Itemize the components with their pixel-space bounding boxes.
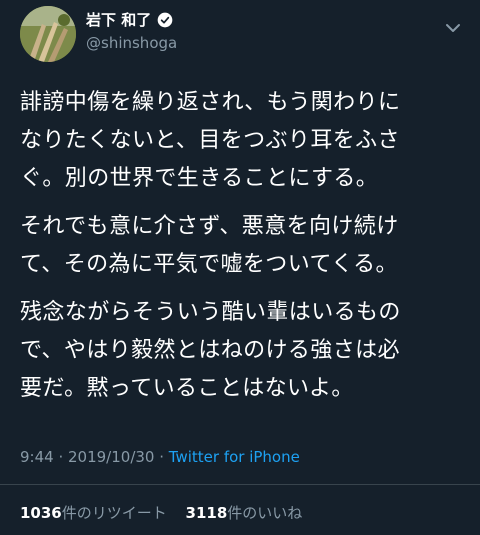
tweet-paragraph: 残念ながらそういう酷い輩はいるもの で、やはり毅然とはねのける強さは必 要だ。黙… <box>20 300 401 401</box>
user-handle[interactable]: @shinshoga <box>86 32 177 54</box>
tweet-paragraph: 誹謗中傷を繰り返され、もう関わりに なりたくないと、目をつぶり耳をふさ ぐ。別の… <box>20 90 401 191</box>
retweets-count: 1036 <box>20 504 62 522</box>
tweet-meta: 9:44 · 2019/10/30 · Twitter for iPhone <box>20 447 300 467</box>
tweet-date[interactable]: 2019/10/30 <box>68 448 154 466</box>
avatar[interactable] <box>20 6 76 62</box>
display-name-row[interactable]: 岩下 和了 <box>86 10 177 30</box>
meta-separator: · <box>53 448 68 466</box>
user-names: 岩下 和了 @shinshoga <box>86 10 177 54</box>
tweet-stats: 1036件のリツイート 3118件のいいね <box>20 503 316 523</box>
tweet-header: 岩下 和了 @shinshoga <box>20 6 465 66</box>
meta-separator: · <box>154 448 169 466</box>
tweet-paragraph: それでも意に介さず、悪意を向け続け て、その為に平気で嘘をついてくる。 <box>20 214 399 277</box>
tweet-text: 誹謗中傷を繰り返され、もう関わりに なりたくないと、目をつぶり耳をふさ ぐ。別の… <box>20 84 470 418</box>
likes-count: 3118 <box>185 504 228 522</box>
likes-stat[interactable]: 3118件のいいね <box>186 504 303 522</box>
chevron-down-icon[interactable] <box>441 16 465 40</box>
display-name[interactable]: 岩下 和了 <box>86 10 151 30</box>
avatar-image <box>20 6 76 62</box>
verified-badge-icon <box>157 12 173 28</box>
divider <box>0 484 480 485</box>
tweet-source-link[interactable]: Twitter for iPhone <box>169 448 300 466</box>
tweet-time[interactable]: 9:44 <box>20 448 54 466</box>
likes-label: 件のいいね <box>227 504 303 522</box>
retweets-stat[interactable]: 1036件のリツイート <box>20 504 167 522</box>
retweets-label: 件のリツイート <box>61 504 167 522</box>
